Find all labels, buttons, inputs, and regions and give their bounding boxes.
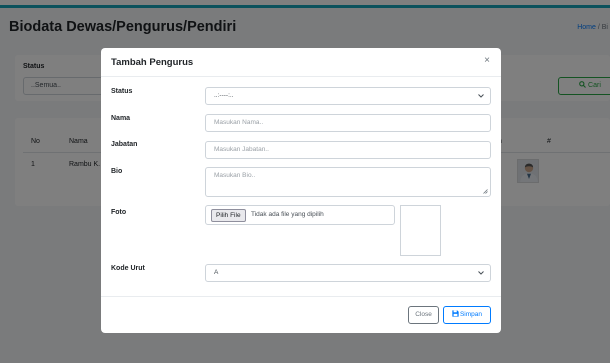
nama-input-placeholder: Masukan Nama.. [214,119,264,126]
kode-urut-label: Kode Urut [111,265,145,272]
foto-label: Foto [111,209,127,216]
status-select-value: ..:----:.. [214,92,234,99]
close-icon[interactable]: × [484,56,490,66]
kode-urut-value: A [214,269,219,276]
close-button[interactable]: Close [408,306,439,324]
kode-urut-select[interactable]: A [205,264,491,282]
bio-label: Bio [111,168,123,175]
nama-input[interactable]: Masukan Nama.. [205,114,491,132]
save-button-label: Simpan [459,311,483,318]
foto-preview [400,205,441,256]
jabatan-label: Jabatan [111,141,138,148]
choose-file-button[interactable]: Pilih File [211,209,246,222]
bio-textarea-placeholder: Masukan Bio.. [214,172,256,179]
foto-file-input[interactable]: Pilih File Tidak ada file yang dipilih [205,205,395,225]
status-label: Status [111,88,133,95]
status-select[interactable]: ..:----:.. [205,87,491,105]
save-icon [452,310,459,317]
tambah-pengurus-modal: Tambah Pengurus × Status ..:----:.. Nama… [101,48,501,333]
save-button[interactable]: Simpan [443,306,491,324]
jabatan-input-placeholder: Masukan Jabatan.. [214,146,269,153]
modal-title: Tambah Pengurus [111,57,194,68]
resize-handle-icon[interactable] [483,189,488,194]
nama-label: Nama [111,115,131,122]
jabatan-input[interactable]: Masukan Jabatan.. [205,141,491,159]
chevron-down-icon [478,271,484,275]
chevron-down-icon [478,94,484,98]
modal-header: Tambah Pengurus × [101,48,501,77]
no-file-text: Tidak ada file yang dipilih [251,211,324,218]
modal-footer [101,296,501,333]
bio-textarea[interactable]: Masukan Bio.. [205,167,491,197]
